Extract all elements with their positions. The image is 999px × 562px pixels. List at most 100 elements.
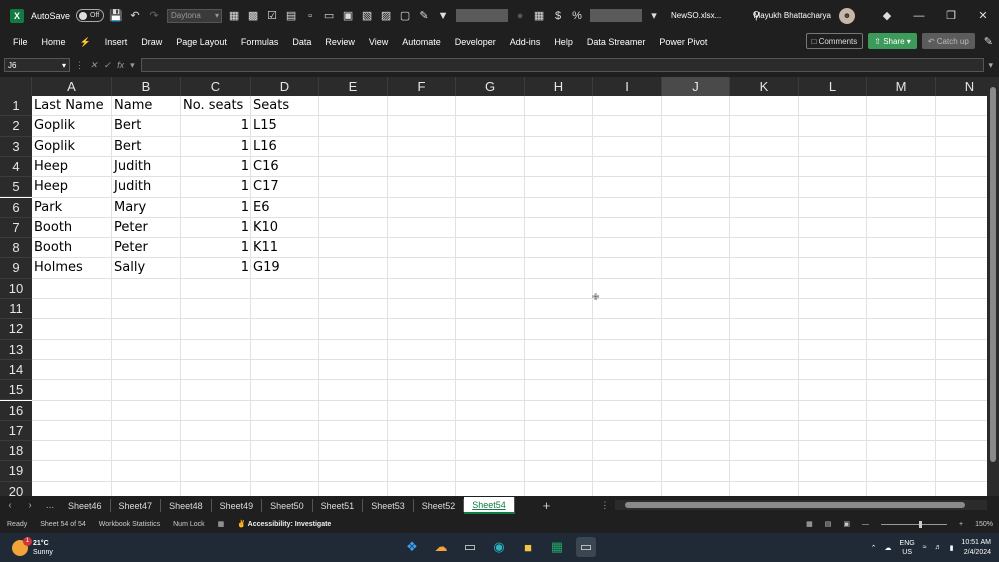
onedrive-icon[interactable]: ☁ — [885, 544, 892, 552]
column-header-j[interactable]: J — [662, 77, 730, 96]
cell-d5[interactable]: C17 — [251, 177, 319, 197]
widgets-icon[interactable]: ☁ — [431, 537, 451, 557]
cell-c9[interactable]: 1 — [181, 258, 251, 278]
cancel-icon[interactable]: ✕ — [90, 60, 98, 71]
tab-view[interactable]: View — [362, 37, 395, 47]
paste-icon[interactable]: ▭ — [322, 9, 336, 23]
cell-a3[interactable]: Goplik — [32, 137, 112, 157]
chevron-down-icon[interactable]: ▾ — [130, 60, 135, 71]
customize-qat-icon[interactable]: ▾ — [647, 9, 661, 23]
wifi-icon[interactable]: ≈ — [923, 544, 927, 551]
tab-review[interactable]: Review — [318, 37, 362, 47]
sheet-tab-sheet53[interactable]: Sheet53 — [363, 499, 414, 512]
avatar[interactable]: ☻ — [839, 7, 855, 24]
sheet-tab-sheet51[interactable]: Sheet51 — [313, 499, 364, 512]
macro-record-icon[interactable]: ▦ — [218, 520, 225, 528]
lightning-icon[interactable]: ⚡ — [73, 37, 98, 48]
cell-d6[interactable]: E6 — [251, 198, 319, 218]
row-header-17[interactable]: 17 — [0, 420, 32, 442]
cell-a9[interactable]: Holmes — [32, 258, 112, 278]
column-header-d[interactable]: D — [251, 77, 319, 96]
user-name[interactable]: Mayukh Bhattacharya — [754, 11, 831, 20]
tab-file[interactable]: File — [0, 37, 35, 47]
tab-page-layout[interactable]: Page Layout — [169, 37, 234, 47]
sheet-tab-sheet49[interactable]: Sheet49 — [212, 499, 263, 512]
cell-b2[interactable]: Bert — [112, 116, 181, 136]
task-view-icon[interactable]: ▭ — [460, 537, 480, 557]
zoom-out-icon[interactable]: — — [862, 521, 869, 528]
column-header-m[interactable]: M — [867, 77, 936, 96]
cell-d4[interactable]: C16 — [251, 157, 319, 177]
zoom-in-icon[interactable]: + — [959, 521, 963, 528]
cell-c4[interactable]: 1 — [181, 157, 251, 177]
cell-a4[interactable]: Heep — [32, 157, 112, 177]
layout-icon[interactable]: ▢ — [398, 9, 412, 23]
accessibility-checker[interactable]: ✌ Accessibility: Investigate — [237, 520, 331, 528]
cell-b1[interactable]: Name — [112, 96, 181, 116]
normal-view-icon[interactable]: ▦ — [806, 520, 813, 528]
column-header-g[interactable]: G — [456, 77, 525, 96]
form-icon[interactable]: ▤ — [284, 9, 298, 23]
expand-formula-icon[interactable]: ▾ — [988, 60, 993, 71]
cell-a2[interactable]: Goplik — [32, 116, 112, 136]
tray-overflow-icon[interactable]: ⌃ — [871, 544, 877, 552]
column-header-k[interactable]: K — [730, 77, 799, 96]
row-header-13[interactable]: 13 — [0, 339, 32, 360]
tab-home[interactable]: Home — [35, 37, 73, 47]
horizontal-scroll-thumb[interactable] — [625, 502, 965, 508]
battery-icon[interactable]: ▮ — [950, 544, 954, 552]
tab-data[interactable]: Data — [285, 37, 318, 47]
cell-c7[interactable]: 1 — [181, 218, 251, 238]
add-sheet-icon[interactable]: + — [543, 498, 551, 513]
horizontal-scrollbar[interactable] — [615, 500, 987, 510]
zoom-level[interactable]: 150% — [975, 521, 993, 528]
diamond-icon[interactable]: ◆ — [871, 9, 903, 22]
tab-insert[interactable]: Insert — [98, 37, 135, 47]
clock[interactable]: 10:51 AM 2/4/2024 — [961, 538, 991, 558]
volume-icon[interactable]: ♬ — [935, 544, 942, 551]
quick-access-field[interactable] — [456, 9, 509, 22]
row-header-11[interactable]: 11 — [0, 299, 32, 320]
page-layout-view-icon[interactable]: ▤ — [825, 520, 832, 528]
tab-add-ins[interactable]: Add-ins — [503, 37, 548, 47]
export-icon[interactable]: ▨ — [379, 9, 393, 23]
cell-a8[interactable]: Booth — [32, 238, 112, 258]
sheet-prev-icon[interactable]: ‹ — [0, 500, 20, 511]
row-header-4[interactable]: 4 — [0, 156, 32, 178]
sheet-next-icon[interactable]: › — [20, 500, 40, 511]
column-header-i[interactable]: I — [593, 77, 662, 96]
share-button[interactable]: ⇧ Share ▾ — [868, 33, 917, 49]
row-header-8[interactable]: 8 — [0, 238, 32, 259]
tab-data-streamer[interactable]: Data Streamer — [580, 37, 653, 47]
tab-splitter-icon[interactable]: ⋮ — [600, 500, 609, 511]
column-header-f[interactable]: F — [388, 77, 456, 96]
select-all-corner[interactable] — [0, 77, 32, 96]
sheet-tab-sheet52[interactable]: Sheet52 — [414, 499, 465, 512]
name-box[interactable]: J6 ▾ — [4, 58, 70, 72]
cell-d7[interactable]: K10 — [251, 218, 319, 238]
cell-a7[interactable]: Booth — [32, 218, 112, 238]
cell-c3[interactable]: 1 — [181, 137, 251, 157]
language-indicator[interactable]: ENG US — [900, 539, 915, 557]
column-header-b[interactable]: B — [112, 77, 181, 96]
cell-b8[interactable]: Peter — [112, 238, 181, 258]
column-header-e[interactable]: E — [319, 77, 388, 96]
restore-icon[interactable]: ❐ — [935, 9, 967, 22]
cell-b6[interactable]: Mary — [112, 198, 181, 218]
cell-b9[interactable]: Sally — [112, 258, 181, 278]
redo-icon[interactable]: ↷ — [147, 9, 161, 23]
workbook-statistics[interactable]: Workbook Statistics — [99, 521, 160, 528]
image-icon[interactable]: ▣ — [341, 9, 355, 23]
cell-c5[interactable]: 1 — [181, 177, 251, 197]
formula-input[interactable] — [140, 58, 985, 72]
row-header-3[interactable]: 3 — [0, 136, 32, 157]
cell-b7[interactable]: Peter — [112, 218, 181, 238]
insert-function-button[interactable]: fx — [117, 60, 124, 71]
sheet-more-icon[interactable]: ... — [40, 500, 60, 511]
cell-a6[interactable]: Park — [32, 198, 112, 218]
pen-icon[interactable]: ✎ — [984, 35, 993, 48]
weather-widget[interactable]: 1 21°C Sunny — [12, 536, 53, 557]
font-name-dropdown[interactable]: Daytona ▾ — [167, 8, 223, 23]
column-header-l[interactable]: L — [799, 77, 867, 96]
column-header-h[interactable]: H — [525, 77, 593, 96]
